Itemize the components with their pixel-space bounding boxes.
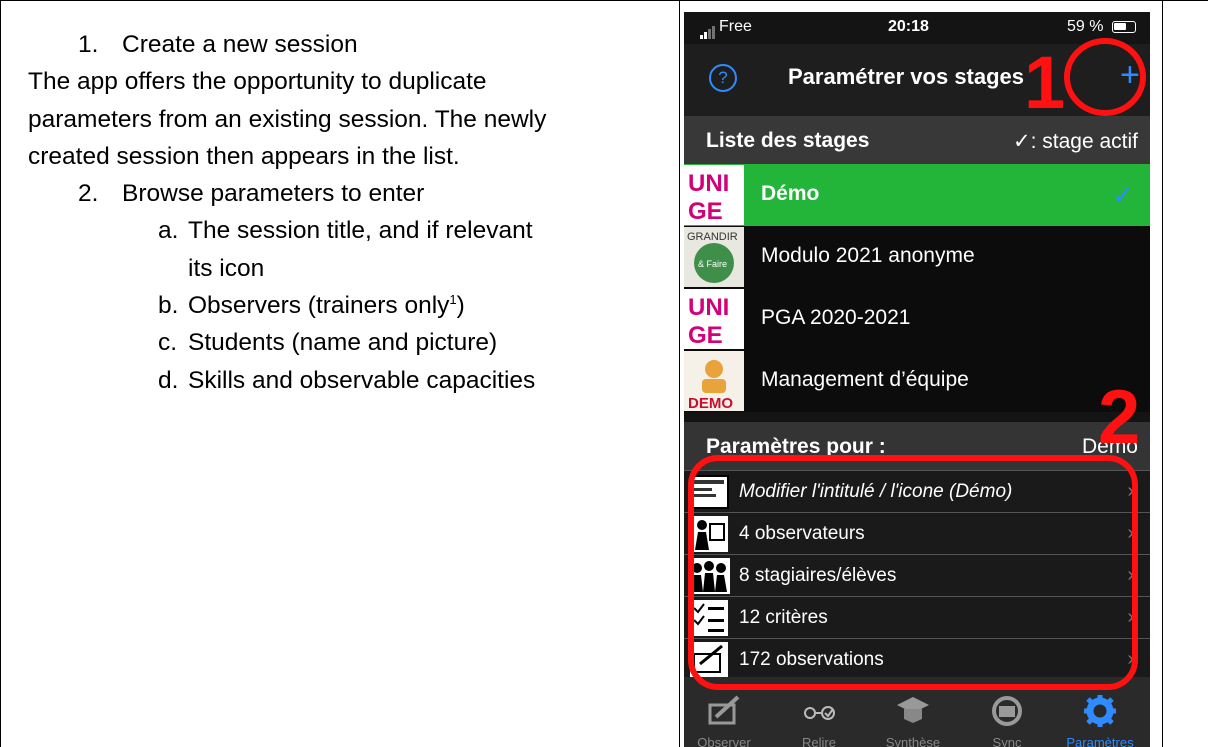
sub-item-c: c. Students (name and picture) [158,329,498,357]
page-title: Paramétrer vos stages [788,64,1025,89]
sub-item-d: d. Skills and observable capacities [158,366,536,394]
annotation-rect-2 [688,455,1138,690]
instructions-text: 1. Create a new session The app offers th… [28,26,678,399]
sub-item-a-continued: its icon [188,254,265,282]
carrier-label: Free [719,18,752,35]
svg-text:UNI: UNI [688,170,729,197]
list-item-2: 2. Browse parameters to enter [78,180,425,208]
annotation-number-2: 2 [1098,375,1141,460]
observe-icon [708,695,740,725]
annotation-circle-1 [1064,38,1146,116]
svg-text:GRANDIR: GRANDIR [687,231,738,243]
table-column-divider [679,0,680,747]
signal-icon [700,21,716,39]
review-icon [804,706,835,720]
paragraph-line: parameters from an existing session. The… [28,105,547,133]
table-right-border [1162,0,1163,747]
annotation-number-1: 1 [1024,41,1066,124]
sync-icon [992,696,1022,726]
svg-text:& Faire: & Faire [698,259,727,269]
active-check-icon: ✓ [1112,180,1134,210]
stage-row-management[interactable]: DEMO Management d’équipe [684,350,1150,412]
paragraph-line: The app offers the opportunity to duplic… [28,68,487,96]
battery-percent: 59 % [1067,18,1104,35]
svg-text:UNI: UNI [688,294,729,321]
gear-icon [1084,695,1116,727]
unige-logo-icon: UNI GE [684,289,744,349]
list-item-1: 1. Create a new session [78,31,358,58]
stage-row-modulo[interactable]: GRANDIR & Faire Modulo 2021 anonyme [684,226,1150,288]
battery-icon [1112,21,1136,33]
table-left-border [0,0,1,747]
paragraph-line: created session then appears in the list… [28,142,460,170]
phone-screenshot: Free 20:18 59 % ? Paramétrer vos stages … [684,12,1150,747]
graduation-icon [897,697,929,723]
svg-text:GE: GE [688,198,723,225]
unige-logo-icon: UNI GE [684,165,744,225]
table-top-border [0,0,1208,1]
demo-logo-icon: DEMO [684,351,744,411]
sub-item-a: a. The session title, and if relevant [158,217,533,245]
stage-list-header: Liste des stages ✓: stage actif [684,116,1150,164]
stage-row-pga[interactable]: UNI GE PGA 2020-2021 [684,288,1150,350]
svg-text:GE: GE [688,322,723,349]
sub-item-b: b. Observers (trainers only1) [158,291,465,320]
status-time: 20:18 [888,18,929,35]
grandir-logo-icon: GRANDIR & Faire [684,227,744,287]
svg-text:DEMO: DEMO [688,395,733,411]
question-circle-icon[interactable]: ? [709,64,737,92]
stage-row-demo[interactable]: UNI GE Démo ✓ [684,164,1150,226]
footnote-marker: 1 [449,291,457,307]
